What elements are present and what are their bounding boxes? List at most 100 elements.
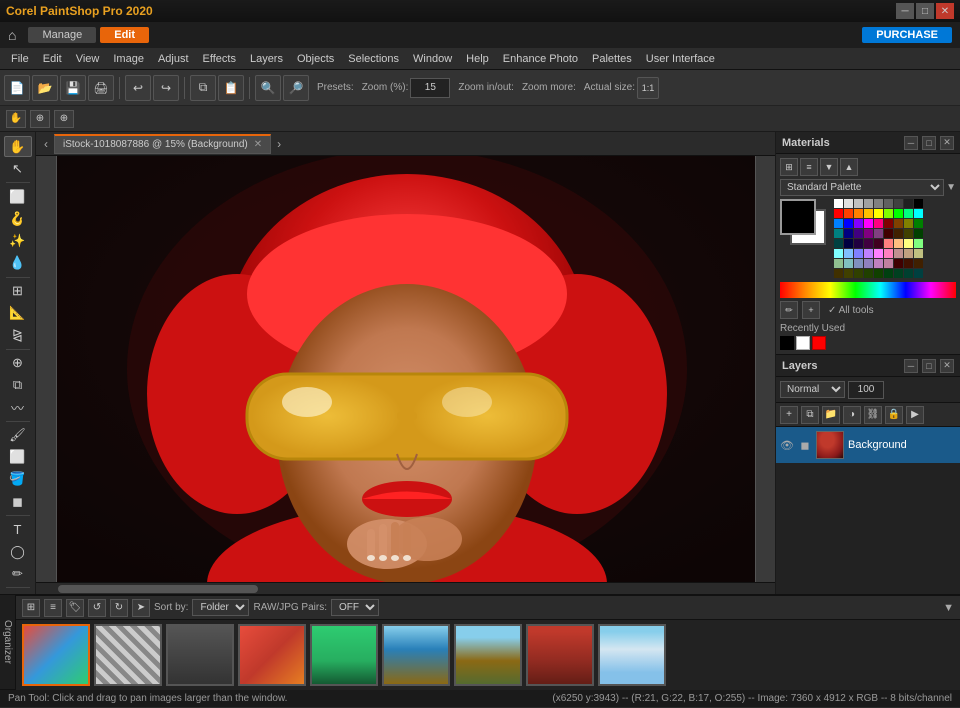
filmstrip-collapse-btn[interactable]: ▼ [943, 602, 954, 614]
menu-item-palettes[interactable]: Palettes [585, 51, 639, 67]
eyedropper[interactable]: 💧 [4, 252, 32, 273]
eraser-tool[interactable]: ⬜ [4, 447, 32, 468]
new-file-button[interactable]: 📄 [4, 75, 30, 101]
color-swatch-2-6[interactable] [894, 219, 903, 228]
color-swatch-3-8[interactable] [914, 229, 923, 238]
save-button[interactable]: 💾 [60, 75, 86, 101]
manage-button[interactable]: Manage [28, 27, 96, 43]
select-tool[interactable]: ↖ [4, 158, 32, 179]
film-item-1[interactable] [22, 624, 90, 686]
color-swatch-7-0[interactable] [834, 269, 843, 278]
layers-minimize[interactable]: ─ [904, 359, 918, 373]
color-swatch-1-2[interactable] [854, 209, 863, 218]
gradient-bar[interactable] [780, 282, 956, 298]
menu-item-edit[interactable]: Edit [36, 51, 69, 67]
menu-item-user-interface[interactable]: User Interface [639, 51, 722, 67]
magic-wand[interactable]: ✨ [4, 230, 32, 251]
lock-layer-btn[interactable]: 🔒 [885, 406, 903, 424]
redo-button[interactable]: ↪ [153, 75, 179, 101]
menu-item-selections[interactable]: Selections [341, 51, 406, 67]
color-swatch-4-2[interactable] [854, 239, 863, 248]
color-swatch-6-2[interactable] [854, 259, 863, 268]
crop-tool[interactable]: ⊞ [4, 280, 32, 301]
fs-refresh-btn[interactable]: ↻ [110, 599, 128, 617]
color-swatch-1-1[interactable] [844, 209, 853, 218]
color-swatch-6-0[interactable] [834, 259, 843, 268]
group-layer-btn[interactable]: 📁 [822, 406, 840, 424]
canvas-tab[interactable]: iStock-1018087886 @ 15% (Background) ✕ [54, 134, 271, 154]
color-swatch-5-1[interactable] [844, 249, 853, 258]
color-swatch-4-0[interactable] [834, 239, 843, 248]
opacity-input[interactable] [848, 381, 884, 399]
color-swatch-3-0[interactable] [834, 229, 843, 238]
film-item-8[interactable] [526, 624, 594, 686]
color-swatch-7-3[interactable] [864, 269, 873, 278]
menu-item-effects[interactable]: Effects [196, 51, 243, 67]
home-icon[interactable]: ⌂ [8, 27, 16, 43]
color-swatch-3-7[interactable] [904, 229, 913, 238]
hscroll-thumb[interactable] [58, 585, 258, 593]
film-item-7[interactable] [454, 624, 522, 686]
zoom-in-button[interactable]: 🔍 [255, 75, 281, 101]
print-button[interactable]: 🖨 [88, 75, 114, 101]
color-swatch-3-1[interactable] [844, 229, 853, 238]
color-swatch-1-0[interactable] [834, 209, 843, 218]
color-swatch-5-4[interactable] [874, 249, 883, 258]
color-swatch-1-4[interactable] [874, 209, 883, 218]
add-swatch-btn[interactable]: + [802, 301, 820, 319]
menu-item-help[interactable]: Help [459, 51, 496, 67]
color-swatch-0-4[interactable] [874, 199, 883, 208]
color-swatch-5-6[interactable] [894, 249, 903, 258]
paint-brush[interactable]: 🖌 [4, 425, 32, 446]
color-swatch-2-3[interactable] [864, 219, 873, 228]
copy-button[interactable]: ⧉ [190, 75, 216, 101]
film-item-3[interactable] [166, 624, 234, 686]
color-swatch-6-4[interactable] [874, 259, 883, 268]
menu-item-layers[interactable]: Layers [243, 51, 290, 67]
color-swatch-5-7[interactable] [904, 249, 913, 258]
canvas-image[interactable] [56, 156, 756, 582]
foreground-color[interactable] [780, 199, 816, 235]
minimize-button[interactable]: ─ [896, 3, 914, 19]
color-swatch-0-6[interactable] [894, 199, 903, 208]
tab-nav-left[interactable]: ‹ [40, 137, 52, 151]
menu-item-adjust[interactable]: Adjust [151, 51, 196, 67]
film-item-2[interactable] [94, 624, 162, 686]
color-swatch-2-5[interactable] [884, 219, 893, 228]
fs-grid-btn[interactable]: ⊞ [22, 599, 40, 617]
menu-item-image[interactable]: Image [106, 51, 151, 67]
color-swatch-7-6[interactable] [894, 269, 903, 278]
straighten-tool[interactable]: 📐 [4, 302, 32, 323]
color-swatch-4-8[interactable] [914, 239, 923, 248]
color-swatch-2-2[interactable] [854, 219, 863, 228]
menu-item-view[interactable]: View [69, 51, 107, 67]
copy-layer-btn[interactable]: ⧉ [801, 406, 819, 424]
color-swatch-6-6[interactable] [894, 259, 903, 268]
pan-tool-button[interactable]: ✋ [6, 110, 26, 128]
layers-float[interactable]: □ [922, 359, 936, 373]
tab-close-button[interactable]: ✕ [254, 139, 262, 150]
color-swatch-4-4[interactable] [874, 239, 883, 248]
new-layer-btn[interactable]: + [780, 406, 798, 424]
mat-load-btn[interactable]: ▼ [820, 158, 838, 176]
color-swatch-0-7[interactable] [904, 199, 913, 208]
layer-visible-icon[interactable]: 👁 [780, 438, 794, 452]
link-layer-btn[interactable]: ⛓ [864, 406, 882, 424]
edit-pencil-btn[interactable]: ✏ [780, 301, 798, 319]
paste-button[interactable]: 📋 [218, 75, 244, 101]
fs-rotate-btn[interactable]: ↺ [88, 599, 106, 617]
film-item-5[interactable] [310, 624, 378, 686]
color-swatch-1-8[interactable] [914, 209, 923, 218]
menu-item-file[interactable]: File [4, 51, 36, 67]
color-swatch-6-1[interactable] [844, 259, 853, 268]
clone-tool[interactable]: ⧉ [4, 375, 32, 396]
color-swatch-1-6[interactable] [894, 209, 903, 218]
color-swatch-4-1[interactable] [844, 239, 853, 248]
actual-size-button[interactable]: 1:1 [637, 77, 659, 99]
color-swatch-1-3[interactable] [864, 209, 873, 218]
recent-swatch-3[interactable] [812, 336, 826, 350]
color-swatch-5-0[interactable] [834, 249, 843, 258]
raw-select[interactable]: OFF [331, 599, 379, 616]
color-swatch-7-8[interactable] [914, 269, 923, 278]
layer-row[interactable]: 👁 ◼ Background [776, 427, 960, 463]
